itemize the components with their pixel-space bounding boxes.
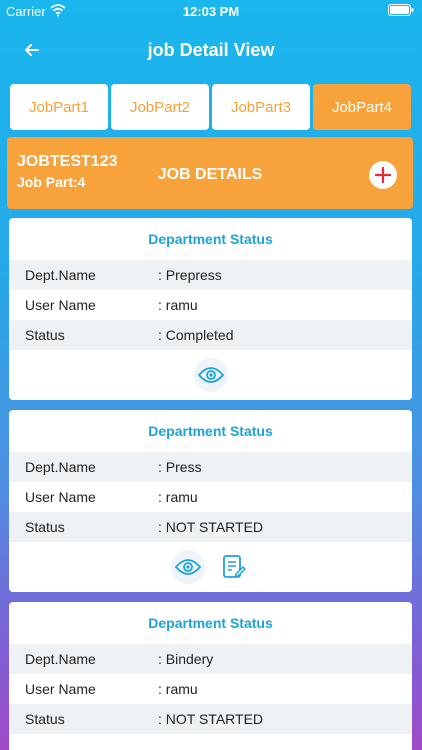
view-button[interactable] — [193, 358, 228, 392]
card-actions — [9, 350, 412, 400]
job-details-label: JOB DETAILS — [157, 166, 263, 183]
status-time: 12:03 PM — [182, 4, 240, 19]
department-status-card: Department Status Dept.Name : Prepress U… — [9, 218, 412, 400]
edit-document-icon — [222, 555, 246, 578]
plus-icon — [375, 167, 391, 183]
row-label: User Name — [25, 297, 96, 313]
view-button[interactable] — [170, 550, 205, 584]
row-label: User Name — [25, 489, 96, 505]
row-value: : ramu — [158, 297, 198, 313]
department-status-card: Department Status Dept.Name : Bindery Us… — [9, 602, 412, 750]
row-value: : Bindery — [158, 651, 214, 667]
table-row: Dept.Name : Bindery — [9, 644, 412, 674]
table-row: User Name : ramu — [9, 290, 412, 320]
tab-jobpart1[interactable]: JobPart1 — [10, 84, 108, 130]
eye-icon — [197, 367, 224, 383]
row-value: : NOT STARTED — [158, 519, 264, 535]
eye-icon — [174, 559, 201, 575]
table-row: Status : NOT STARTED — [9, 704, 412, 734]
card-title: Department Status — [148, 615, 273, 631]
job-header: JOBTEST123 Job Part:4 JOB DETAILS — [7, 137, 413, 209]
card-title: Department Status — [148, 423, 273, 439]
row-value: : NOT STARTED — [158, 711, 264, 727]
battery-icon — [388, 4, 414, 19]
row-label: Dept.Name — [25, 267, 96, 283]
card-title: Department Status — [148, 231, 273, 247]
row-value: : ramu — [158, 489, 198, 505]
job-part-tabs: JobPart1 JobPart2 JobPart3 JobPart4 — [10, 84, 411, 130]
table-row: User Name : ramu — [9, 674, 412, 704]
row-label: Dept.Name — [25, 459, 96, 475]
row-value: : Prepress — [158, 267, 222, 283]
row-label: Status — [25, 519, 65, 535]
tab-jobpart2[interactable]: JobPart2 — [111, 84, 209, 130]
table-row: User Name : ramu — [9, 482, 412, 512]
table-row: Dept.Name : Press — [9, 452, 412, 482]
table-row: Dept.Name : Prepress — [9, 260, 412, 290]
row-value: : Completed — [158, 327, 234, 343]
row-value: : ramu — [158, 681, 198, 697]
department-status-card: Department Status Dept.Name : Press User… — [9, 410, 412, 592]
row-label: Dept.Name — [25, 651, 96, 667]
add-button[interactable] — [369, 161, 397, 189]
table-row: Status : Completed — [9, 320, 412, 350]
row-label: Status — [25, 327, 65, 343]
nav-bar: job Detail View — [0, 28, 422, 72]
edit-button[interactable] — [217, 550, 251, 584]
tab-jobpart3[interactable]: JobPart3 — [212, 84, 310, 130]
tab-jobpart4[interactable]: JobPart4 — [313, 84, 411, 130]
card-actions — [9, 542, 412, 592]
row-label: Status — [25, 711, 65, 727]
status-bar: Carrier 12:03 PM — [0, 0, 422, 22]
row-value: : Press — [158, 459, 202, 475]
page-title: job Detail View — [147, 40, 275, 60]
row-label: User Name — [25, 681, 96, 697]
table-row: Status : NOT STARTED — [9, 512, 412, 542]
